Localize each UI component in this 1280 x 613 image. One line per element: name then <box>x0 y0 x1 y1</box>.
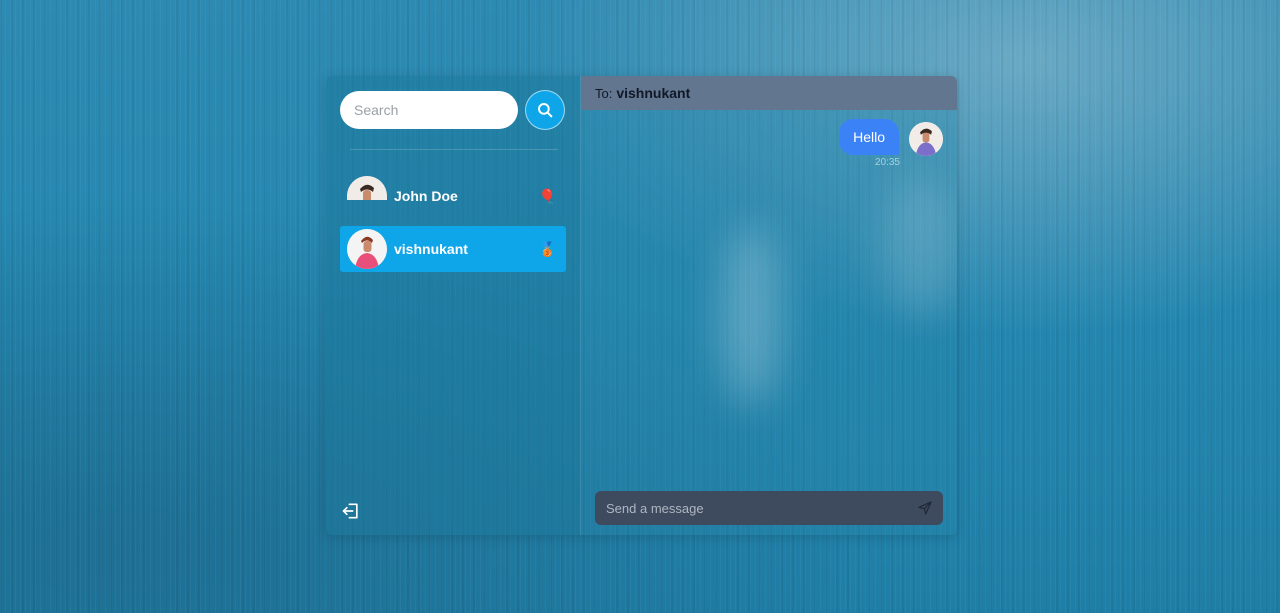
sidebar-divider <box>350 149 558 150</box>
search-bar <box>340 90 566 130</box>
chat-panel: To: vishnukant Hello 20:35 <box>581 76 957 535</box>
logout-icon[interactable] <box>341 501 361 521</box>
background-blur <box>881 176 957 316</box>
conversation-item-john-doe[interactable]: John Doe 🎈 <box>340 173 566 219</box>
avatar <box>909 122 943 156</box>
message-composer <box>595 491 943 525</box>
avatar <box>347 176 387 200</box>
chat-header: To: vishnukant <box>581 76 957 110</box>
background-blur <box>721 226 781 406</box>
search-button[interactable] <box>525 90 565 130</box>
avatar <box>347 229 387 269</box>
message-input[interactable] <box>604 499 917 517</box>
message-bubble: Hello <box>839 119 899 155</box>
search-input[interactable] <box>340 91 518 129</box>
message-row: Hello <box>839 119 943 156</box>
send-icon[interactable] <box>917 500 933 516</box>
message-time: 20:35 <box>874 157 900 168</box>
conversation-item-vishnukant[interactable]: vishnukant 🥉 <box>340 226 566 272</box>
to-label: To: <box>595 85 613 101</box>
recipient-name: vishnukant <box>616 85 691 101</box>
search-icon <box>538 103 553 118</box>
chat-app: John Doe 🎈 vishnukant 🥉 <box>326 76 957 535</box>
medal-icon: 🥉 <box>538 241 556 257</box>
balloon-icon: 🎈 <box>538 188 556 204</box>
sidebar: John Doe 🎈 vishnukant 🥉 <box>326 76 581 535</box>
conversation-name: vishnukant <box>394 241 468 257</box>
conversation-name: John Doe <box>394 188 458 204</box>
